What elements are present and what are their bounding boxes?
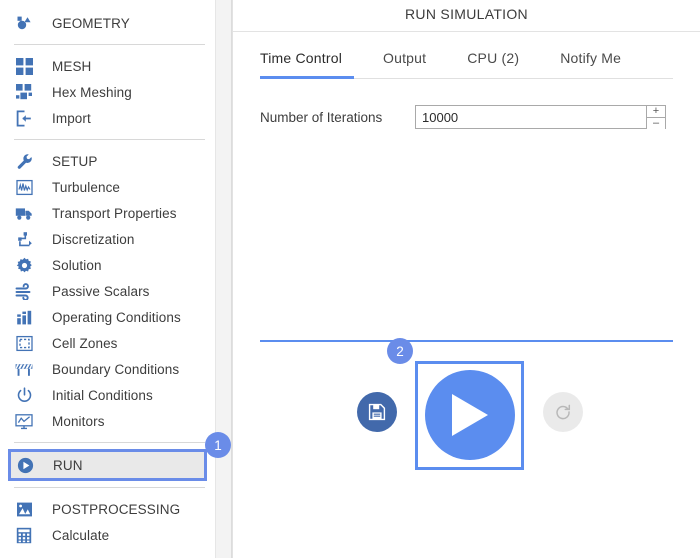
reset-button[interactable] xyxy=(543,392,583,432)
sidebar-item-postprocessing[interactable]: POSTPROCESSING xyxy=(0,496,215,522)
sidebar-item-label: MESH xyxy=(52,58,92,74)
sidebar-navigation: GEOMETRY MESH Hex Meshing Import SETUP T… xyxy=(0,0,215,558)
iterations-input-wrapper[interactable]: 10000 + – xyxy=(415,105,666,129)
sidebar-item-label: GEOMETRY xyxy=(52,15,130,31)
monitor-icon xyxy=(14,411,34,431)
section-separator xyxy=(260,340,673,342)
sidebar-item-boundary-conditions[interactable]: Boundary Conditions xyxy=(0,356,215,382)
sidebar-item-label: RUN xyxy=(53,457,83,473)
tab-time-control[interactable]: Time Control xyxy=(260,50,342,74)
sidebar-item-label: Operating Conditions xyxy=(52,309,181,325)
sidebar-item-label: Solution xyxy=(52,257,102,273)
sidebar-item-hex-meshing[interactable]: Hex Meshing xyxy=(0,79,215,105)
stepper-decrement-button[interactable]: – xyxy=(647,118,665,129)
truck-icon xyxy=(14,203,34,223)
iterations-input[interactable]: 10000 xyxy=(416,110,458,125)
sidebar-item-label: Cell Zones xyxy=(52,335,118,351)
sidebar-item-calculate[interactable]: Calculate xyxy=(0,522,215,548)
sidebar-item-import[interactable]: Import xyxy=(0,105,215,131)
sidebar-item-cell-zones[interactable]: Cell Zones xyxy=(0,330,215,356)
wrench-icon xyxy=(14,151,34,171)
tab-notify-me[interactable]: Notify Me xyxy=(560,50,621,74)
discretization-icon xyxy=(14,229,34,249)
tab-output[interactable]: Output xyxy=(383,50,426,74)
save-floppy-icon xyxy=(368,403,386,421)
power-icon xyxy=(14,385,34,405)
sidebar-divider xyxy=(14,139,205,140)
hex-meshing-icon xyxy=(14,82,34,102)
sidebar-item-label: Monitors xyxy=(52,413,105,429)
play-triangle-icon xyxy=(448,392,492,438)
sidebar-item-setup[interactable]: SETUP xyxy=(0,148,215,174)
sidebar-item-initial-conditions[interactable]: Initial Conditions xyxy=(0,382,215,408)
sidebar-scrollbar[interactable] xyxy=(215,0,232,558)
tab-active-indicator xyxy=(260,76,354,79)
sidebar-item-operating-conditions[interactable]: Operating Conditions xyxy=(0,304,215,330)
sidebar-item-label: POSTPROCESSING xyxy=(52,501,181,517)
postprocessing-icon xyxy=(14,499,34,519)
main-panel: RUN SIMULATION Time Control Output CPU (… xyxy=(233,0,700,558)
tab-cpu[interactable]: CPU (2) xyxy=(467,50,519,74)
sidebar-item-label: Hex Meshing xyxy=(52,84,132,100)
play-circle-icon xyxy=(15,455,35,475)
sidebar-item-mesh[interactable]: MESH xyxy=(0,53,215,79)
sidebar-item-geometry[interactable]: GEOMETRY xyxy=(0,10,215,36)
quantity-stepper: + – xyxy=(646,106,665,129)
sidebar-item-label: Import xyxy=(52,110,91,126)
geometry-icon xyxy=(14,13,34,33)
sidebar-divider xyxy=(14,44,205,45)
gear-icon xyxy=(14,255,34,275)
save-button[interactable] xyxy=(357,392,397,432)
play-button[interactable] xyxy=(425,370,515,460)
calculator-icon xyxy=(14,525,34,545)
sidebar-item-run[interactable]: RUN xyxy=(8,449,207,481)
turbulence-icon xyxy=(14,177,34,197)
sidebar-item-label: SETUP xyxy=(52,153,98,169)
sidebar-item-label: Transport Properties xyxy=(52,205,177,221)
reset-circular-arrow-icon xyxy=(554,403,572,421)
sidebar-item-transport-properties[interactable]: Transport Properties xyxy=(0,200,215,226)
iterations-label: Number of Iterations xyxy=(260,109,383,125)
title-rule xyxy=(233,31,700,32)
sidebar-item-label: Discretization xyxy=(52,231,135,247)
sidebar-item-label: Initial Conditions xyxy=(52,387,153,403)
wind-icon xyxy=(14,281,34,301)
sidebar-item-label: Passive Scalars xyxy=(52,283,150,299)
sidebar-item-passive-scalars[interactable]: Passive Scalars xyxy=(0,278,215,304)
application-window: GEOMETRY MESH Hex Meshing Import SETUP T… xyxy=(0,0,700,558)
sidebar-item-label: Boundary Conditions xyxy=(52,361,180,377)
sidebar-item-label: Calculate xyxy=(52,527,110,543)
cell-zones-icon xyxy=(14,333,34,353)
sidebar-item-label: Turbulence xyxy=(52,179,121,195)
mesh-grid-icon xyxy=(14,56,34,76)
bar-chart-icon xyxy=(14,307,34,327)
tab-bar: Time Control Output CPU (2) Notify Me xyxy=(233,50,700,74)
sidebar-item-turbulence[interactable]: Turbulence xyxy=(0,174,215,200)
sidebar-divider xyxy=(14,442,205,443)
sidebar-item-discretization[interactable]: Discretization xyxy=(0,226,215,252)
barrier-icon xyxy=(14,359,34,379)
sidebar-divider xyxy=(14,487,205,488)
import-icon xyxy=(14,108,34,128)
iterations-form-row: Number of Iterations 10000 + – xyxy=(260,105,666,129)
run-controls xyxy=(233,361,700,470)
page-title: RUN SIMULATION xyxy=(405,6,528,22)
step-badge-1: 1 xyxy=(205,432,231,458)
step-badge-2: 2 xyxy=(387,338,413,364)
sidebar-item-monitors[interactable]: Monitors xyxy=(0,408,215,434)
sidebar-item-solution[interactable]: Solution xyxy=(0,252,215,278)
